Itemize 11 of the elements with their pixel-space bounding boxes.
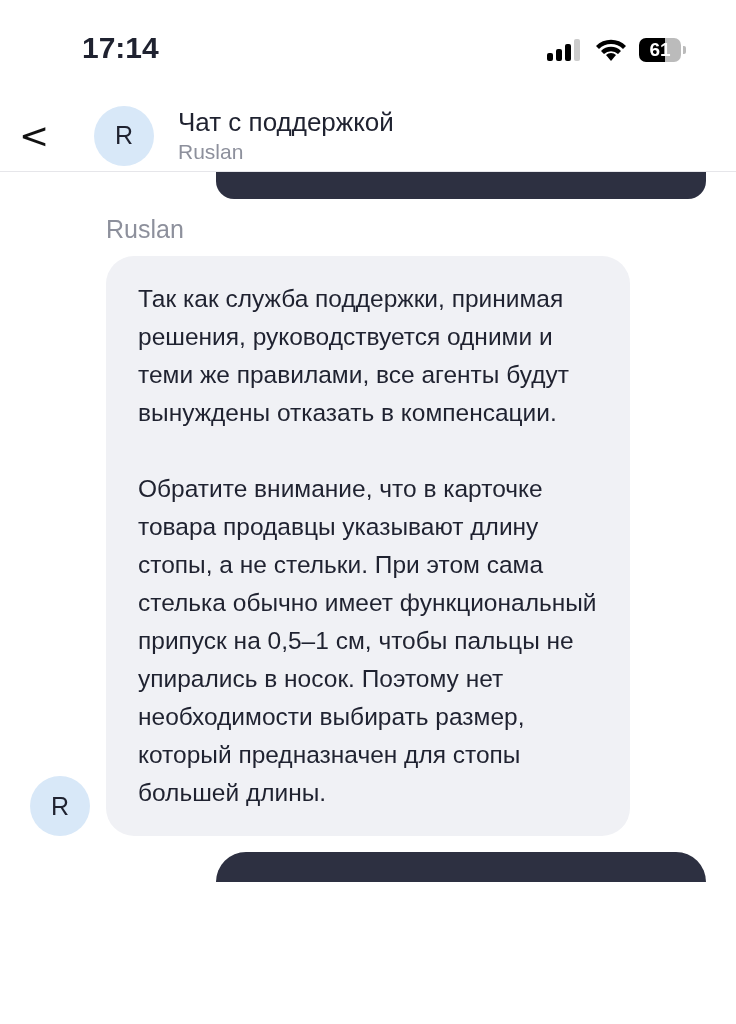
- back-button[interactable]: <: [14, 115, 54, 156]
- wifi-icon: [595, 39, 627, 61]
- chat-subtitle: Ruslan: [178, 140, 245, 164]
- chat-title: Чат с поддержкой: [178, 107, 394, 138]
- signal-icon: [547, 39, 583, 61]
- sender-name: Ruslan: [106, 215, 185, 244]
- message-text: Так как служба поддержки, принимая решения, руководствуется одними и теми же правилами, все агенты будут вынуждены отказать в компенсации.: [138, 284, 570, 428]
- message-text: Обратите внимание, что в карточке товара продавцы указывают длину стопы, а не стельки. При этом сама стелька обычно имеет функциональный припуск на 0,5–1 см, чтобы пальцы не упирались в носок. Поэтому нет необходимости выбирать размер, который предназначен для стопы большей длины.: [138, 474, 598, 808]
- avatar: R: [94, 105, 154, 166]
- avatar: R: [30, 776, 90, 836]
- clock: 17:14: [82, 31, 160, 66]
